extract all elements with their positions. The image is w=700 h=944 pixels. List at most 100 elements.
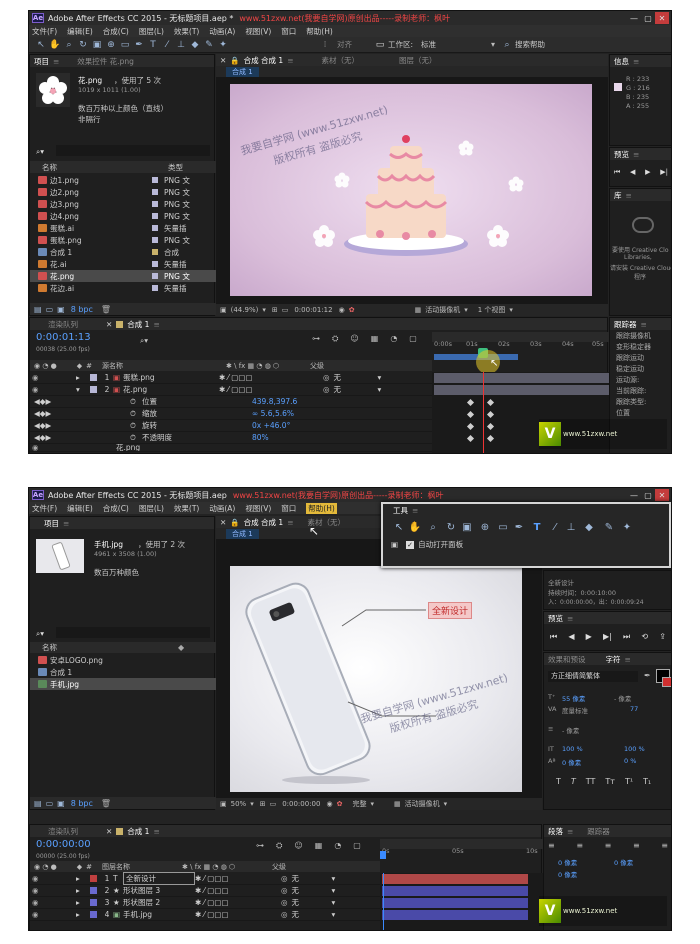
graph-editor-icon[interactable]: ▢ bbox=[353, 841, 361, 851]
loop-icon[interactable]: ⟲ bbox=[641, 632, 648, 642]
table-row[interactable]: ◉ ▸ 1 ▣ 蛋糕.png ✱ ⁄ ▢▢▢ ◎ 无 ▾ bbox=[30, 372, 432, 384]
keyframe[interactable] bbox=[466, 422, 475, 431]
new-comp-icon[interactable]: ▣ bbox=[57, 799, 65, 808]
layer-name[interactable]: 形状图层 2 bbox=[123, 897, 195, 908]
table-row[interactable]: ◉ ▸ 2 ★ 形状图层 3 ✱ ⁄ ▢▢▢ ◎ 无 ▾ bbox=[30, 885, 380, 897]
comp-flowchart-icon[interactable]: ⊶ bbox=[312, 334, 320, 344]
close-icon[interactable]: ✕ bbox=[655, 489, 669, 501]
tracker-item[interactable]: 跟踪运动 bbox=[610, 352, 671, 363]
keyframe[interactable] bbox=[486, 434, 495, 443]
zoom-tool-icon[interactable]: ⌕ bbox=[63, 39, 75, 51]
prev-frame-icon[interactable]: ◀ bbox=[630, 168, 635, 177]
faux-italic-icon[interactable]: T bbox=[571, 777, 576, 786]
kerning-value[interactable]: 77 bbox=[630, 705, 638, 713]
motion-blur-icon[interactable]: ◔ bbox=[334, 841, 341, 851]
layer-bar[interactable] bbox=[382, 874, 528, 884]
visibility-icon[interactable]: ◉ bbox=[30, 886, 40, 895]
quality-select[interactable]: 完整 bbox=[352, 799, 366, 809]
search-help-input[interactable]: 搜索帮助 bbox=[515, 39, 545, 50]
align-center-icon[interactable]: ≡ bbox=[576, 841, 583, 850]
justify-icon[interactable]: ≡ bbox=[633, 841, 640, 850]
close-tab-icon[interactable]: ✕ bbox=[220, 56, 226, 65]
clone-tool-icon[interactable]: ⊥ bbox=[563, 522, 579, 533]
keyframe-nav-icon[interactable]: ◀◆▶ bbox=[30, 421, 130, 430]
tab-library[interactable]: 库 bbox=[614, 190, 622, 201]
menu-file[interactable]: 文件(F) bbox=[32, 26, 57, 37]
selection-tool-icon[interactable]: ↖ bbox=[35, 39, 47, 51]
region-icon[interactable]: ▦ bbox=[415, 306, 422, 314]
table-row[interactable]: ◉ ▸ 3 ★ 形状图层 2 ✱ ⁄ ▢▢▢ ◎ 无 ▾ bbox=[30, 897, 380, 909]
baseline-value[interactable]: 0 像素 bbox=[562, 757, 581, 767]
property-row[interactable]: ◀◆▶ ⏱ 缩放 ∞ 5.6,5.6% bbox=[30, 408, 432, 420]
selection-tool-icon[interactable]: ↖ bbox=[391, 522, 407, 533]
menu-composition[interactable]: 合成(C) bbox=[103, 26, 129, 37]
menu-composition[interactable]: 合成(C) bbox=[103, 503, 129, 514]
eyedropper-icon[interactable]: ✒ bbox=[644, 671, 651, 680]
draft-3d-icon[interactable]: ⛭ bbox=[276, 841, 282, 851]
indent-left-value[interactable]: 0 像素 bbox=[558, 857, 577, 867]
superscript-icon[interactable]: T¹ bbox=[625, 777, 633, 786]
list-item[interactable]: 合成 1 bbox=[30, 666, 216, 678]
layer-name[interactable]: 花.png bbox=[123, 384, 219, 395]
menu-window[interactable]: 窗口 bbox=[281, 26, 296, 37]
last-frame-icon[interactable]: ⏭ bbox=[623, 632, 630, 642]
close-tab-icon[interactable]: ✕ bbox=[106, 320, 112, 329]
pan-tool-icon[interactable]: ⊕ bbox=[105, 39, 117, 51]
list-item[interactable]: 边1.png PNG 文 bbox=[30, 174, 216, 186]
tab-project[interactable]: 项目 bbox=[34, 56, 49, 67]
project-search-icon[interactable]: ⌕▾ bbox=[36, 629, 44, 639]
layer-name[interactable]: 手机.jpg bbox=[123, 909, 195, 920]
project-search-box[interactable] bbox=[56, 627, 210, 638]
roto-tool-icon[interactable]: ✎ bbox=[599, 522, 619, 533]
tab-character[interactable]: 字符 bbox=[606, 654, 621, 665]
list-item[interactable]: 花边.ai 矢量插 bbox=[30, 282, 216, 294]
parent-select[interactable]: 无 bbox=[334, 372, 378, 383]
font-size-value[interactable]: 55 像素 bbox=[562, 693, 585, 703]
stopwatch-icon[interactable]: ⏱ bbox=[130, 409, 142, 419]
list-item[interactable]: 边3.png PNG 文 bbox=[30, 198, 216, 210]
align-right-icon[interactable]: ≡ bbox=[605, 841, 612, 850]
menu-file[interactable]: 文件(F) bbox=[32, 503, 57, 514]
rectangle-tool-icon[interactable]: ▭ bbox=[119, 39, 131, 51]
visibility-icon[interactable]: ◉ bbox=[30, 385, 40, 394]
property-value[interactable]: 80% bbox=[252, 433, 269, 442]
phone-canvas[interactable]: 全新设计 我要自学网 (www.51zxw.net) 版权所有 盗版必究 bbox=[230, 566, 522, 792]
layer-bar[interactable] bbox=[434, 385, 609, 395]
pen-tool-icon[interactable]: ✒ bbox=[511, 522, 527, 533]
camera-tool-icon[interactable]: ▣ bbox=[459, 522, 475, 533]
cake-canvas[interactable]: 我要自学网 (www.51zxw.net) 版权所有 盗版必究 bbox=[230, 84, 592, 296]
rectangle-tool-icon[interactable]: ▭ bbox=[495, 522, 511, 533]
puppet-tool-icon[interactable]: ✦ bbox=[619, 522, 635, 533]
column-name[interactable]: 名称 bbox=[42, 162, 158, 173]
parent-dropdown-icon[interactable]: ▾ bbox=[332, 898, 336, 907]
camera-select[interactable]: 活动摄像机 bbox=[405, 799, 440, 809]
type-tool-icon[interactable]: T bbox=[527, 522, 547, 533]
first-frame-icon[interactable]: ⏮ bbox=[550, 632, 557, 642]
all-caps-icon[interactable]: TT bbox=[586, 777, 596, 786]
toggle-icon[interactable]: ▣ bbox=[220, 306, 227, 314]
list-item[interactable]: 花.ai 矢量插 bbox=[30, 258, 216, 270]
leading-value[interactable]: - 像素 bbox=[614, 693, 631, 703]
parent-dropdown-icon[interactable]: ▾ bbox=[332, 910, 336, 919]
tab-timeline-comp[interactable]: 合成 1 bbox=[127, 826, 149, 837]
label-swatch[interactable] bbox=[90, 374, 97, 381]
tracker-item[interactable]: 变形稳定器 bbox=[610, 341, 671, 352]
search-icon[interactable]: ⌕ bbox=[501, 39, 513, 51]
frame-blend-icon[interactable]: ▦ bbox=[371, 334, 379, 344]
zoom-select[interactable]: (44.9%) bbox=[231, 306, 259, 314]
column-layer-name[interactable]: 图层名称 bbox=[102, 862, 182, 872]
visibility-icon[interactable]: ◉ bbox=[30, 910, 40, 919]
parent-link-icon[interactable]: ◎ bbox=[323, 385, 330, 394]
tsume-value[interactable]: 0 % bbox=[624, 757, 636, 765]
project-search-box[interactable] bbox=[56, 145, 210, 156]
column-type[interactable]: 类型 bbox=[168, 162, 183, 173]
tracker-item[interactable]: 跟踪摄像机 bbox=[610, 330, 671, 341]
tracker-item[interactable]: 稳定运动 bbox=[610, 363, 671, 374]
type-tool-icon[interactable]: T bbox=[147, 39, 159, 51]
export-icon[interactable]: ⇪ bbox=[659, 632, 666, 642]
expand-icon[interactable]: ▸ bbox=[76, 886, 86, 895]
draft-3d-icon[interactable]: ⛭ bbox=[332, 334, 338, 344]
parent-link-icon[interactable]: ◎ bbox=[281, 898, 288, 907]
play-icon[interactable]: ▶ bbox=[586, 632, 592, 642]
tracker-item[interactable]: 位置 bbox=[610, 407, 671, 418]
